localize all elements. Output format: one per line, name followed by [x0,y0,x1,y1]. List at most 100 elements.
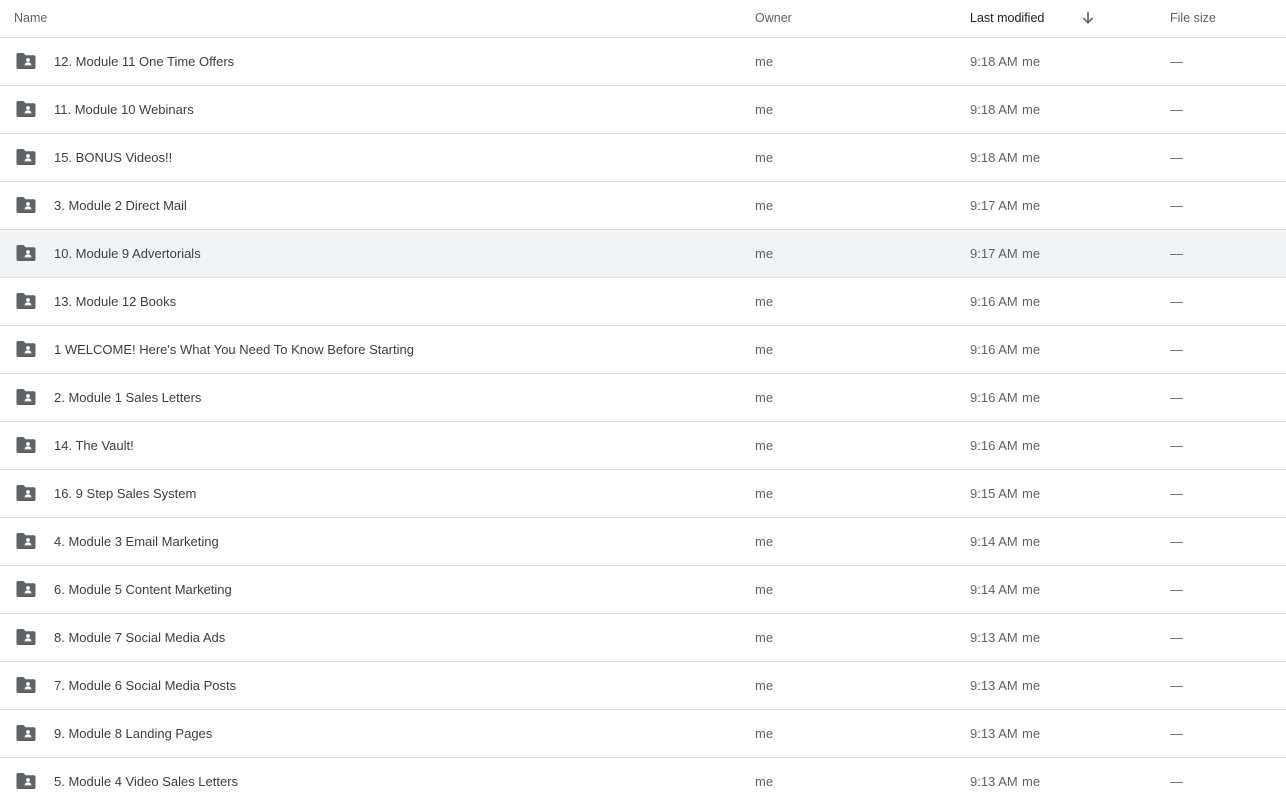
table-row[interactable]: 8. Module 7 Social Media Ads me 9:13 AM me — [0,614,1286,662]
file-size-cell: — [1170,294,1183,309]
table-row[interactable]: 15. BONUS Videos!! me 9:18 AM me — [0,134,1286,182]
file-list: Name Owner Last modified File size 12. M… [0,0,1286,800]
table-row[interactable]: 1 WELCOME! Here's What You Need To Know … [0,326,1286,374]
table-row[interactable]: 14. The Vault! me 9:16 AM me — [0,422,1286,470]
folder-name[interactable]: 8. Module 7 Social Media Ads [54,614,225,661]
folder-name[interactable]: 14. The Vault! [54,422,134,469]
table-row[interactable]: 11. Module 10 Webinars me 9:18 AM me — [0,86,1286,134]
shared-folder-icon [16,436,36,454]
table-row[interactable]: 10. Module 9 Advertorials me 9:17 AM me — [0,230,1286,278]
folder-name[interactable]: 4. Module 3 Email Marketing [54,518,219,565]
file-size-cell: — [1170,246,1183,261]
folder-name[interactable]: 5. Module 4 Video Sales Letters [54,758,238,800]
last-modified-time: 9:17 AM [970,198,1018,213]
last-modified-time: 9:16 AM [970,342,1018,357]
file-size-cell: — [1170,678,1183,693]
last-modified-by: me [1022,726,1041,741]
file-size-cell: — [1170,582,1183,597]
table-row[interactable]: 12. Module 11 One Time Offers me 9:18 AM me… [0,38,1286,86]
last-modified-by: me [1022,150,1041,165]
file-size-cell: — [1170,486,1183,501]
table-row[interactable]: 6. Module 5 Content Marketing me 9:14 AM me… [0,566,1286,614]
last-modified-by: me [1022,678,1041,693]
last-modified-time: 9:18 AM [970,54,1018,69]
table-row[interactable]: 3. Module 2 Direct Mail me 9:17 AM me — [0,182,1286,230]
table-row[interactable]: 2. Module 1 Sales Letters me 9:16 AM me — [0,374,1286,422]
shared-folder-icon [16,244,36,262]
folder-name[interactable]: 3. Module 2 Direct Mail [54,182,187,229]
last-modified-by: me [1022,246,1041,261]
file-size-cell: — [1170,54,1183,69]
folder-name[interactable]: 15. BONUS Videos!! [54,134,172,181]
owner-cell: me [755,342,774,357]
last-modified-time: 9:17 AM [970,246,1018,261]
last-modified-by: me [1022,438,1041,453]
last-modified-time: 9:18 AM [970,102,1018,117]
shared-folder-icon [16,52,36,70]
owner-cell: me [755,486,774,501]
folder-name[interactable]: 10. Module 9 Advertorials [54,230,201,277]
owner-cell: me [755,150,774,165]
last-modified-time: 9:13 AM [970,774,1018,789]
file-size-cell: — [1170,774,1183,789]
folder-name[interactable]: 6. Module 5 Content Marketing [54,566,232,613]
file-size-cell: — [1170,150,1183,165]
folder-name[interactable]: 13. Module 12 Books [54,278,176,325]
owner-cell: me [755,390,774,405]
table-row[interactable]: 9. Module 8 Landing Pages me 9:13 AM me — [0,710,1286,758]
table-row[interactable]: 16. 9 Step Sales System me 9:15 AM me — [0,470,1286,518]
shared-folder-icon [16,772,36,790]
folder-name[interactable]: 16. 9 Step Sales System [54,470,196,517]
file-size-column-header[interactable]: File size [1170,0,1216,37]
last-modified-time: 9:14 AM [970,534,1018,549]
owner-column-header[interactable]: Owner [755,0,792,37]
shared-folder-icon [16,292,36,310]
owner-cell: me [755,678,774,693]
folder-name[interactable]: 12. Module 11 One Time Offers [54,38,234,85]
last-modified-by: me [1022,198,1041,213]
owner-cell: me [755,726,774,741]
owner-cell: me [755,774,774,789]
last-modified-by: me [1022,294,1041,309]
folder-name[interactable]: 2. Module 1 Sales Letters [54,374,201,421]
last-modified-time: 9:14 AM [970,582,1018,597]
last-modified-by: me [1022,486,1041,501]
file-size-cell: — [1170,198,1183,213]
last-modified-time: 9:18 AM [970,150,1018,165]
shared-folder-icon [16,196,36,214]
file-size-cell: — [1170,534,1183,549]
shared-folder-icon [16,148,36,166]
owner-cell: me [755,438,774,453]
owner-cell: me [755,630,774,645]
owner-cell: me [755,54,774,69]
file-rows: 12. Module 11 One Time Offers me 9:18 AM me… [0,38,1286,800]
last-modified-column-header[interactable]: Last modified [970,0,1044,37]
last-modified-by: me [1022,774,1041,789]
owner-cell: me [755,246,774,261]
owner-cell: me [755,534,774,549]
owner-cell: me [755,294,774,309]
table-row[interactable]: 5. Module 4 Video Sales Letters me 9:13 AM… [0,758,1286,800]
folder-name[interactable]: 1 WELCOME! Here's What You Need To Know … [54,326,414,373]
folder-name[interactable]: 11. Module 10 Webinars [54,86,194,133]
last-modified-time: 9:15 AM [970,486,1018,501]
owner-cell: me [755,102,774,117]
shared-folder-icon [16,340,36,358]
last-modified-time: 9:16 AM [970,438,1018,453]
last-modified-by: me [1022,390,1041,405]
folder-name[interactable]: 9. Module 8 Landing Pages [54,710,212,757]
shared-folder-icon [16,676,36,694]
name-column-header[interactable]: Name [14,0,47,37]
owner-cell: me [755,198,774,213]
file-size-cell: — [1170,438,1183,453]
arrow-down-icon[interactable] [1081,11,1095,25]
table-row[interactable]: 7. Module 6 Social Media Posts me 9:13 AM m… [0,662,1286,710]
table-row[interactable]: 13. Module 12 Books me 9:16 AM me — [0,278,1286,326]
last-modified-time: 9:13 AM [970,726,1018,741]
last-modified-time: 9:13 AM [970,630,1018,645]
last-modified-by: me [1022,54,1041,69]
table-row[interactable]: 4. Module 3 Email Marketing me 9:14 AM me — [0,518,1286,566]
shared-folder-icon [16,484,36,502]
folder-name[interactable]: 7. Module 6 Social Media Posts [54,662,236,709]
shared-folder-icon [16,580,36,598]
